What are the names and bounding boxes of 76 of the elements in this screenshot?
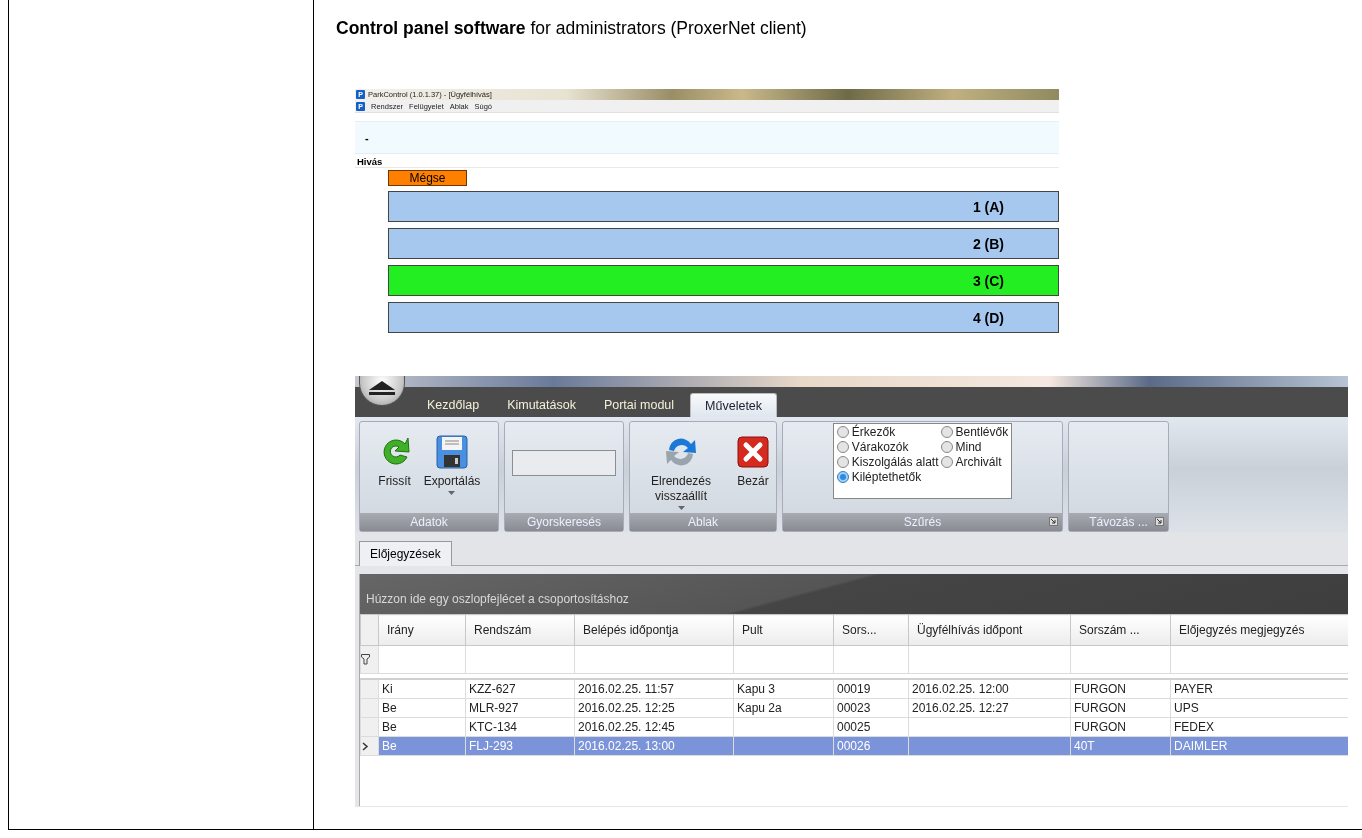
eject-icon — [369, 381, 395, 395]
group-label: Ablak — [688, 515, 718, 529]
ribbon-tab[interactable]: Műveletek — [690, 393, 778, 417]
document-tab[interactable]: Előjegyzések — [359, 541, 452, 566]
ribbon-button[interactable]: Bezár — [734, 430, 772, 491]
column-header[interactable]: Pult — [733, 614, 834, 646]
info-text: - — [365, 131, 369, 144]
filter-cell[interactable] — [378, 645, 466, 674]
ribbon-tab[interactable]: Kimutatások — [495, 393, 588, 417]
filter-cell[interactable] — [833, 645, 909, 674]
radio-option[interactable]: Bentlévők — [940, 425, 1009, 439]
radio-option[interactable]: Archivált — [940, 455, 1009, 469]
column-header[interactable]: Rendszám — [465, 614, 575, 646]
launcher-icon[interactable] — [1049, 517, 1058, 526]
table-cell: 2016.02.25. 12:27 — [908, 698, 1071, 718]
queue-bar[interactable]: 3 (C) — [388, 265, 1059, 296]
caret-icon — [677, 506, 685, 510]
radio-option[interactable]: Kiszolgálás alatt — [836, 455, 939, 469]
radio-option[interactable]: Érkezők — [836, 425, 939, 439]
queue-bar[interactable]: 1 (A) — [388, 191, 1059, 222]
ribbon-tab[interactable]: Portai modul — [591, 393, 687, 417]
table-cell: 2016.02.25. 12:45 — [574, 717, 734, 737]
row-pointer-icon — [361, 741, 369, 751]
table-cell: 00025 — [833, 717, 909, 737]
table-cell: Be — [378, 717, 466, 737]
group-hint: Húzzon ide egy oszlopfejlécet a csoportosításhoz — [366, 592, 629, 606]
radio-option[interactable]: Kiléptethetők — [836, 470, 939, 484]
table-cell: Kapu 2a — [733, 698, 834, 718]
radio-option[interactable]: Mind — [940, 440, 1009, 454]
table-cell: Kapu 3 — [733, 679, 834, 699]
column-header[interactable]: Ügyfélhívás időpont — [908, 614, 1071, 646]
close-icon — [737, 436, 769, 468]
filter-cell[interactable] — [465, 645, 575, 674]
column-header[interactable]: Előjegyzés megjegyzés — [1170, 614, 1348, 646]
ribbon-button[interactable]: Exportálás — [420, 430, 484, 497]
table-cell: FURGON — [1070, 717, 1171, 737]
radio-option[interactable]: Várakozók — [836, 440, 939, 454]
document-heading: Control panel software for administrators (ProxerNet client) — [336, 18, 808, 39]
floppy-icon — [436, 435, 468, 469]
group-label: Adatok — [410, 515, 448, 529]
table-cell: 00019 — [833, 679, 909, 699]
ribbon-button[interactable]: Frissít — [374, 430, 415, 491]
table-row[interactable]: Be KTC-134 2016.02.25. 12:45 00025 FURGON FEDEX — [360, 717, 1348, 737]
table-row[interactable]: Be MLR-927 2016.02.25. 12:25 Kapu 2a 00023 2016.02.25. 12:27 FURGON UPS — [360, 698, 1348, 718]
column-header[interactable]: Irány — [378, 614, 466, 646]
section-title: Hivás — [355, 154, 1059, 168]
column-header[interactable]: Sors... — [833, 614, 909, 646]
group-label: Szűrés — [903, 515, 942, 529]
launcher-icon[interactable] — [1155, 517, 1164, 526]
group-label: Gyorskeresés — [527, 515, 601, 529]
table-cell: KTC-134 — [465, 717, 575, 737]
cancel-button[interactable]: Mégse — [388, 170, 467, 186]
filter-cell[interactable] — [574, 645, 734, 674]
table-cell: MLR-927 — [465, 698, 575, 718]
caret-icon — [448, 491, 456, 495]
filter-cell[interactable] — [908, 645, 1071, 674]
table-cell: 00023 — [833, 698, 909, 718]
filter-cell[interactable] — [733, 645, 834, 674]
table-cell: 2016.02.25. 11:57 — [574, 679, 734, 699]
table-cell: FURGON — [1070, 698, 1171, 718]
search-field[interactable] — [512, 450, 616, 476]
table-cell: KZZ-627 — [465, 679, 575, 699]
table-cell: Ki — [378, 679, 466, 699]
table-cell: FURGON — [1070, 679, 1171, 699]
table-cell: 2016.02.25. 12:25 — [574, 698, 734, 718]
queue-bar[interactable]: 4 (D) — [388, 302, 1059, 333]
queue-bar[interactable]: 2 (B) — [388, 228, 1059, 259]
table-row[interactable]: Ki KZZ-627 2016.02.25. 11:57 Kapu 3 00019 2016.02.25. 12:00 FURGON PAYER — [360, 679, 1348, 699]
ribbon-tab[interactable]: Kezdőlap — [415, 393, 492, 417]
ribbon-button[interactable]: Elrendezés visszaállít — [634, 430, 728, 512]
filter-cell[interactable] — [1070, 645, 1171, 674]
table-cell: 2016.02.25. 12:00 — [908, 679, 1071, 699]
table-cell: Be — [378, 698, 466, 718]
column-header[interactable]: Belépés időpontja — [574, 614, 734, 646]
column-header[interactable]: Sorszám ... — [1070, 614, 1171, 646]
group-label: Távozás ... — [1089, 515, 1148, 529]
